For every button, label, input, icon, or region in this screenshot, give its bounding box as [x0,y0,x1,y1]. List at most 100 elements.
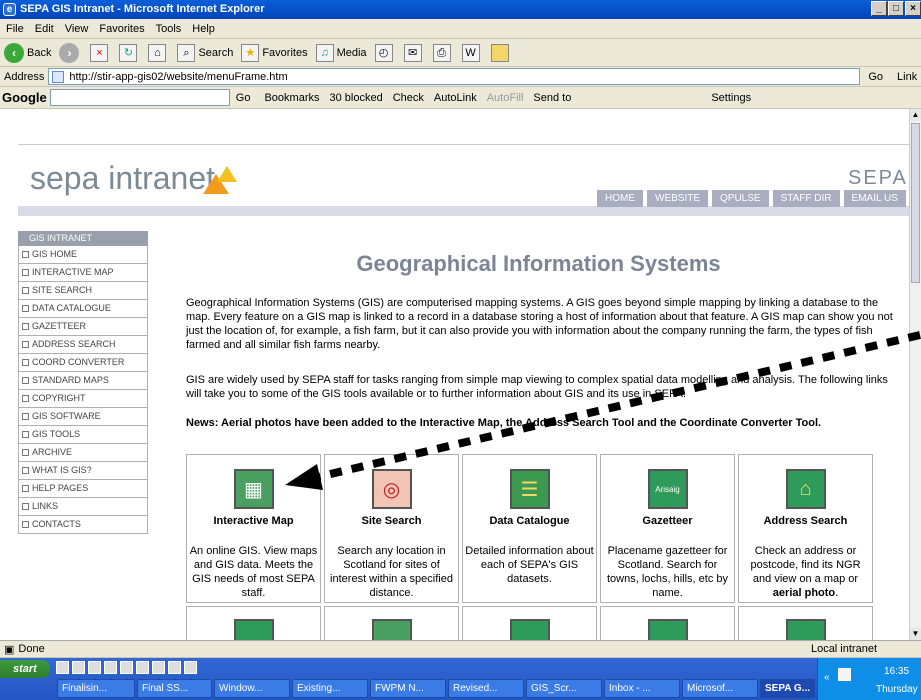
task-button[interactable]: Final SS... [137,679,212,698]
nav-email-us[interactable]: EMAIL US [843,190,906,207]
sidenav-item-archive[interactable]: ARCHIVE [18,444,148,462]
clock-time[interactable]: 16:35 [884,666,909,677]
quicklaunch-icon[interactable] [72,661,85,674]
checkbox-icon [22,359,29,366]
news-text: News: Aerial photos have been added to t… [186,417,822,429]
menu-file[interactable]: File [6,23,24,35]
settings-button[interactable]: Settings [711,92,751,104]
sendto-button[interactable]: Send to [533,92,571,104]
menu-help[interactable]: Help [192,23,215,35]
task-button[interactable]: Existing... [292,679,368,698]
quicklaunch-icon[interactable] [120,661,133,674]
card-title[interactable]: Address Search [739,515,872,527]
bookmarks-button[interactable]: Bookmarks [264,92,319,104]
mail-button[interactable]: ✉ [403,43,425,62]
links-button[interactable]: Link [897,71,917,83]
task-button[interactable]: Microsof... [682,679,758,698]
card-title[interactable]: Gazetteer [601,515,734,527]
vertical-scrollbar[interactable]: ▲ ▼ [909,109,921,640]
stop-icon: × [90,43,109,62]
task-button[interactable]: Revised... [448,679,524,698]
history-button[interactable]: ◴ [374,43,396,62]
go-button[interactable]: Go [868,71,883,83]
task-button-active[interactable]: SEPA G... [760,679,815,698]
favorites-button[interactable]: ★ Favorites [241,43,308,62]
folder-button[interactable] [490,43,512,62]
menu-tools[interactable]: Tools [156,23,182,35]
google-search-input[interactable] [49,89,230,106]
search-button[interactable]: ⌕ Search [177,43,233,62]
quicklaunch-icon[interactable] [104,661,117,674]
quicklaunch-icon[interactable] [168,661,181,674]
sidenav-item-gazetteer[interactable]: GAZETTEER [18,318,148,336]
minimize-button[interactable]: _ [871,1,887,16]
nav-qpulse[interactable]: QPULSE [712,190,769,207]
autolink-button[interactable]: AutoLink [434,92,477,104]
sidenav-item-help-pages[interactable]: HELP PAGES [18,480,148,498]
nav-website[interactable]: WEBSITE [647,190,709,207]
scroll-thumb[interactable] [911,123,920,283]
stop-button[interactable]: × [90,43,111,62]
menu-view[interactable]: View [65,23,89,35]
menu-edit[interactable]: Edit [35,23,54,35]
google-go-button[interactable]: Go [236,92,251,104]
task-button[interactable]: FWPM N... [370,679,446,698]
nav-staff-dir[interactable]: STAFF DIR [772,190,840,207]
scroll-up-icon[interactable]: ▲ [910,109,921,121]
sidenav-item-what-is-gis[interactable]: WHAT IS GIS? [18,462,148,480]
quicklaunch-icon[interactable] [184,661,197,674]
task-button[interactable]: GIS_Scr... [526,679,602,698]
card-title[interactable]: Site Search [325,515,458,527]
sidenav-item-gis-home[interactable]: GIS HOME [18,246,148,264]
back-button[interactable]: ‹ Back [4,42,51,63]
card-description: Search any location in Scotland for site… [330,545,453,599]
card-interactive-map[interactable]: ▦ Interactive Map An online GIS. View ma… [186,454,321,603]
task-button[interactable]: Window... [214,679,290,698]
sidenav-item-copyright[interactable]: COPYRIGHT [18,390,148,408]
card-title[interactable]: Interactive Map [187,515,320,527]
status-bar: ▣ Done Local intranet [0,640,921,658]
quicklaunch-icon[interactable] [136,661,149,674]
start-button[interactable]: start [0,660,50,678]
card-data-catalogue[interactable]: ☰ Data Catalogue Detailed information ab… [462,454,597,603]
task-button[interactable]: Finalisin... [57,679,135,698]
sidenav-item-data-catalogue[interactable]: DATA CATALOGUE [18,300,148,318]
card-gazetteer[interactable]: Arisaig Gazetteer Placename gazetteer fo… [600,454,735,603]
scroll-down-icon[interactable]: ▼ [910,628,921,640]
print-button[interactable]: ⎙ [432,43,454,62]
close-button[interactable]: × [905,1,921,16]
checkbox-icon [22,395,29,402]
autofill-button[interactable]: AutoFill [487,92,524,104]
nav-home[interactable]: HOME [597,190,643,207]
spell-check-button[interactable]: Check [393,92,424,104]
task-button[interactable]: Inbox - ... [604,679,680,698]
tray-app-icon[interactable] [838,668,851,681]
sidenav-item-links[interactable]: LINKS [18,498,148,516]
address-input[interactable]: http://stir-app-gis02/website/menuFrame.… [48,68,861,85]
edit-button[interactable]: W [461,43,483,62]
card-title[interactable]: Data Catalogue [463,515,596,527]
sidenav-item-contacts[interactable]: CONTACTS [18,516,148,534]
sidenav-item-address-search[interactable]: ADDRESS SEARCH [18,336,148,354]
quicklaunch-icon[interactable] [88,661,101,674]
sidenav-item-interactive-map[interactable]: INTERACTIVE MAP [18,264,148,282]
popup-blocked-button[interactable]: 30 blocked [330,92,383,104]
forward-button[interactable]: › [59,42,82,63]
media-button[interactable]: ♫ Media [315,43,367,62]
sidenav-item-coord-converter[interactable]: COORD CONVERTER [18,354,148,372]
card-site-search[interactable]: ◎ Site Search Search any location in Sco… [324,454,459,603]
menu-favorites[interactable]: Favorites [99,23,144,35]
sidenav-item-gis-tools[interactable]: GIS TOOLS [18,426,148,444]
google-logo[interactable]: Google [2,90,47,105]
quicklaunch-icon[interactable] [56,661,69,674]
home-button[interactable]: ⌂ [148,43,169,62]
sidenav-item-standard-maps[interactable]: STANDARD MAPS [18,372,148,390]
tray-expand-icon[interactable]: « [824,672,830,683]
quicklaunch-icon[interactable] [152,661,165,674]
sidenav-item-site-search[interactable]: SITE SEARCH [18,282,148,300]
maximize-button[interactable]: □ [888,1,904,16]
sidenav-item-gis-software[interactable]: GIS SOFTWARE [18,408,148,426]
refresh-button[interactable]: ↻ [119,43,140,62]
card-address-search[interactable]: ⌂ Address Search Check an address or pos… [738,454,873,603]
sepa-intranet-logo[interactable]: sepa intranet [30,160,237,197]
